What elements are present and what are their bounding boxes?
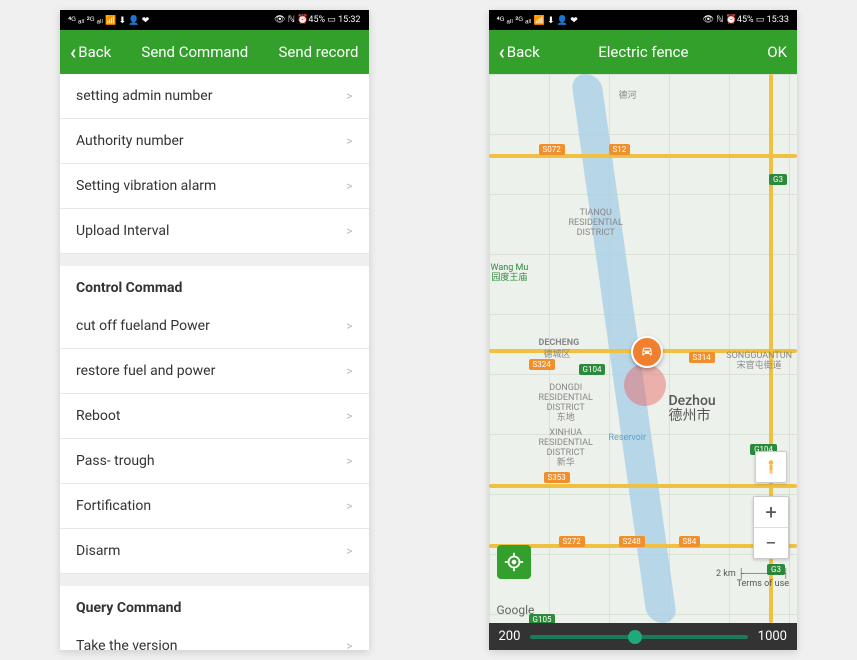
slider-min-label: 200 xyxy=(499,629,521,644)
item-label: Reboot xyxy=(76,408,120,424)
map-label: Reservoir xyxy=(609,434,647,444)
road-label: S84 xyxy=(679,536,701,547)
section-divider xyxy=(60,574,369,586)
terms-link[interactable]: Terms of use xyxy=(737,579,789,589)
phone-send-command: ⁴ᴳ ₐₗₗ ²ᴳ ₐₗₗ 📶 ⬇ 👤 ❤ 👁 ℕ ⏰45% ▭ 15:32 ‹… xyxy=(60,10,369,650)
list-item[interactable]: Upload Interval > xyxy=(60,209,369,254)
road-label: S12 xyxy=(609,144,631,155)
radius-slider: 200 1000 xyxy=(489,623,798,650)
status-right: 👁 ℕ ⏰45% ▭ 15:33 xyxy=(703,15,789,25)
zoom-out-button[interactable]: − xyxy=(754,528,788,558)
road-label: G3 xyxy=(769,174,787,185)
zoom-controls: + − xyxy=(753,496,789,559)
send-record-button[interactable]: Send record xyxy=(278,43,358,61)
list-item[interactable]: Disarm > xyxy=(60,529,369,574)
header: ‹ Back Electric fence OK xyxy=(489,30,798,74)
zoom-in-button[interactable]: + xyxy=(754,497,788,528)
list-item[interactable]: Take the version > xyxy=(60,624,369,650)
map-label: DONGDI RESIDENTIAL DISTRICT 东地 xyxy=(539,384,593,424)
scale-text: 2 km xyxy=(716,569,736,579)
section-header-query: Query Command xyxy=(60,586,369,624)
chevron-right-icon: > xyxy=(346,179,352,193)
vehicle-marker-icon[interactable] xyxy=(631,336,663,368)
city-name-cn: 德州市 xyxy=(669,408,711,424)
back-button[interactable]: ‹ Back xyxy=(499,42,540,62)
list-item[interactable]: Pass- trough > xyxy=(60,439,369,484)
list-item[interactable]: Reboot > xyxy=(60,394,369,439)
locate-button[interactable] xyxy=(497,545,531,579)
page-title: Electric fence xyxy=(540,43,747,61)
status-left: ⁴ᴳ ₐₗₗ ²ᴳ ₐₗₗ 📶 ⬇ 👤 ❤ xyxy=(68,15,149,26)
chevron-right-icon: > xyxy=(346,89,352,103)
list-item[interactable]: Setting vibration alarm > xyxy=(60,164,369,209)
chevron-right-icon: > xyxy=(346,134,352,148)
page-title: Send Command xyxy=(111,43,278,61)
road-label: G104 xyxy=(579,364,606,375)
item-label: cut off fueland Power xyxy=(76,318,210,334)
back-button[interactable]: ‹ Back xyxy=(70,42,111,62)
section-header-control: Control Commad xyxy=(60,266,369,304)
item-label: Setting vibration alarm xyxy=(76,178,216,194)
back-label: Back xyxy=(507,43,540,61)
chevron-right-icon: > xyxy=(346,409,352,423)
map-label: DECHENG xyxy=(539,339,580,349)
road xyxy=(489,154,798,158)
chevron-right-icon: > xyxy=(346,319,352,333)
item-label: Fortification xyxy=(76,498,151,514)
slider-max-label: 1000 xyxy=(758,629,787,644)
status-right: 👁 ℕ ⏰45% ▭ 15:32 xyxy=(274,15,360,25)
chevron-left-icon: ‹ xyxy=(499,42,505,62)
phone-electric-fence: ⁴ᴳ ₐₗₗ ²ᴳ ₐₗₗ 📶 ⬇ 👤 ❤ 👁 ℕ ⏰45% ▭ 15:33 ‹… xyxy=(489,10,798,650)
back-label: Back xyxy=(78,43,111,61)
item-label: setting admin number xyxy=(76,88,212,104)
city-label: Dezhou 德州市 xyxy=(669,394,716,425)
chevron-right-icon: > xyxy=(346,364,352,378)
chevron-right-icon: > xyxy=(346,544,352,558)
google-logo: Google xyxy=(497,603,535,617)
item-label: restore fuel and power xyxy=(76,363,215,379)
map-label: TIANQU RESIDENTIAL DISTRICT xyxy=(569,209,623,239)
chevron-left-icon: ‹ xyxy=(70,42,76,62)
slider-thumb[interactable] xyxy=(628,630,642,644)
road xyxy=(489,484,798,488)
chevron-right-icon: > xyxy=(346,224,352,238)
map-label: Wang Mu 园度王庙 xyxy=(491,264,529,284)
map-label: XINHUA RESIDENTIAL DISTRICT 新华 xyxy=(539,429,593,469)
ok-button[interactable]: OK xyxy=(747,43,787,61)
road-label: S353 xyxy=(544,472,570,483)
pegman-icon[interactable] xyxy=(755,451,787,483)
city-name-en: Dezhou xyxy=(669,393,716,409)
status-left: ⁴ᴳ ₐₗₗ ²ᴳ ₐₗₗ 📶 ⬇ 👤 ❤ xyxy=(497,15,578,26)
list-item[interactable]: cut off fueland Power > xyxy=(60,304,369,349)
road-label: S272 xyxy=(559,536,585,547)
chevron-right-icon: > xyxy=(346,454,352,468)
command-list: setting admin number > Authority number … xyxy=(60,74,369,650)
list-item[interactable]: setting admin number > xyxy=(60,74,369,119)
item-label: Pass- trough xyxy=(76,453,155,469)
item-label: Disarm xyxy=(76,543,120,559)
status-bar: ⁴ᴳ ₐₗₗ ²ᴳ ₐₗₗ 📶 ⬇ 👤 ❤ 👁 ℕ ⏰45% ▭ 15:32 xyxy=(60,10,369,30)
list-item[interactable]: Authority number > xyxy=(60,119,369,164)
list-item[interactable]: Fortification > xyxy=(60,484,369,529)
road-label: S248 xyxy=(619,536,645,547)
section-divider xyxy=(60,254,369,266)
list-item[interactable]: restore fuel and power > xyxy=(60,349,369,394)
map-label: 德城区 xyxy=(544,351,571,361)
map-scale: 2 km ├──────┤ Terms of use xyxy=(716,568,789,589)
map-label: 德河 xyxy=(619,92,637,102)
item-label: Upload Interval xyxy=(76,223,169,239)
status-bar: ⁴ᴳ ₐₗₗ ²ᴳ ₐₗₗ 📶 ⬇ 👤 ❤ 👁 ℕ ⏰45% ▭ 15:33 xyxy=(489,10,798,30)
chevron-right-icon: > xyxy=(346,639,352,650)
geofence-radius-circle xyxy=(624,364,666,406)
slider-track[interactable] xyxy=(530,635,747,639)
chevron-right-icon: > xyxy=(346,499,352,513)
item-label: Authority number xyxy=(76,133,184,149)
header: ‹ Back Send Command Send record xyxy=(60,30,369,74)
map-view[interactable]: S072 S12 G3 S324 G104 S314 G104 S353 S27… xyxy=(489,74,798,623)
map-label: SONGGUANTUN 宋官屯街道 xyxy=(726,352,792,372)
road-label: S314 xyxy=(689,352,715,363)
item-label: Take the version xyxy=(76,638,177,650)
road-label: S072 xyxy=(539,144,565,155)
